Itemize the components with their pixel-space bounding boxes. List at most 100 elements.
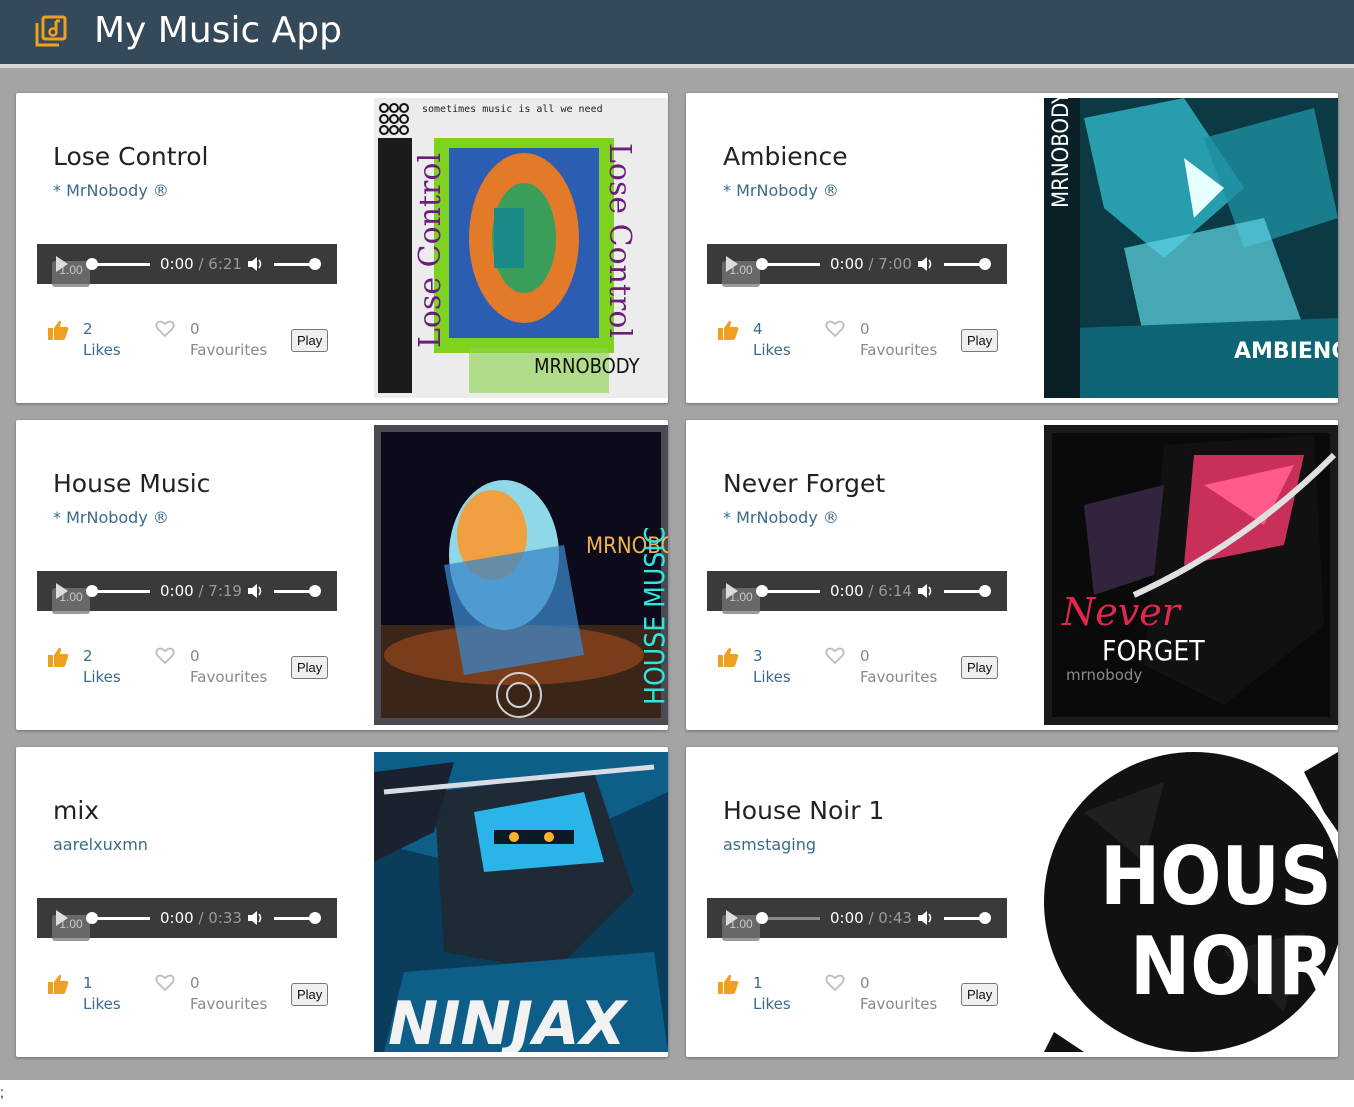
song-artist[interactable]: asmstaging: [723, 835, 816, 854]
play-icon[interactable]: [726, 910, 738, 926]
footer-text: ;: [0, 1084, 4, 1100]
time-display: 0:00 / 7:19: [160, 582, 242, 600]
seek-bar[interactable]: [90, 263, 150, 266]
song-card: House Noir 1 asmstaging 1.00 0:00 / 0:43…: [686, 747, 1338, 1057]
seek-handle[interactable]: [756, 258, 768, 270]
cover-artist-text: MRNOBODY: [534, 354, 641, 378]
favourites-count: 0: [860, 647, 870, 665]
volume-icon[interactable]: [247, 256, 265, 272]
volume-handle[interactable]: [979, 585, 991, 597]
seek-handle[interactable]: [756, 585, 768, 597]
play-icon[interactable]: [56, 583, 68, 599]
time-separator: /: [193, 909, 209, 927]
duration: 7:19: [208, 582, 242, 600]
seek-bar[interactable]: [760, 917, 820, 920]
duration: 0:43: [878, 909, 912, 927]
favourites-label: Favourites: [190, 668, 268, 686]
likes-count: 4: [753, 320, 763, 338]
likes-label: Likes: [753, 668, 791, 686]
time-display: 0:00 / 0:33: [160, 909, 242, 927]
play-button[interactable]: Play: [291, 329, 329, 352]
thumbs-up-icon[interactable]: [47, 319, 69, 341]
favourites-label: Favourites: [860, 668, 938, 686]
volume-icon[interactable]: [917, 910, 935, 926]
thumbs-up-icon[interactable]: [717, 973, 739, 995]
audio-player[interactable]: 1.00 0:00 / 0:33: [37, 898, 337, 941]
likes-count: 2: [83, 647, 93, 665]
play-icon[interactable]: [726, 583, 738, 599]
song-title: House Noir 1: [723, 796, 885, 825]
volume-handle[interactable]: [979, 912, 991, 924]
heart-icon[interactable]: [825, 319, 845, 339]
heart-icon[interactable]: [155, 646, 175, 666]
seek-bar[interactable]: [90, 917, 150, 920]
album-cover: sometimes music is all we need Lose Cont…: [374, 98, 668, 398]
song-card: House Music * MrNobody ® 1.00 0:00 / 7:1…: [16, 420, 668, 730]
volume-handle[interactable]: [309, 912, 321, 924]
volume-icon[interactable]: [247, 910, 265, 926]
song-title: Never Forget: [723, 469, 886, 498]
audio-player[interactable]: 1.00 0:00 / 7:19: [37, 571, 337, 614]
play-button[interactable]: Play: [961, 983, 999, 1006]
album-cover: MRNOBODY HOUSE MUSIC: [374, 425, 668, 725]
current-time: 0:00: [160, 909, 194, 927]
play-button[interactable]: Play: [961, 656, 999, 679]
song-card: Ambience * MrNobody ® 1.00 0:00 / 7:00 4…: [686, 93, 1338, 403]
volume-icon[interactable]: [247, 583, 265, 599]
time-display: 0:00 / 6:14: [830, 582, 912, 600]
thumbs-up-icon[interactable]: [717, 319, 739, 341]
song-card: mix aarelxuxmn 1.00 0:00 / 0:33 1 Likes …: [16, 747, 668, 1057]
likes-count: 2: [83, 320, 93, 338]
favourites-count: 0: [190, 320, 200, 338]
audio-player[interactable]: 1.00 0:00 / 0:43: [707, 898, 1007, 941]
song-grid: Lose Control * MrNobody ® 1.00 0:00 / 6:…: [0, 68, 1354, 1080]
volume-handle[interactable]: [979, 258, 991, 270]
cover-title-line2: NOIR: [1130, 920, 1334, 1013]
volume-handle[interactable]: [309, 258, 321, 270]
volume-handle[interactable]: [309, 585, 321, 597]
seek-bar[interactable]: [760, 590, 820, 593]
heart-icon[interactable]: [825, 646, 845, 666]
song-artist[interactable]: * MrNobody ®: [53, 181, 169, 200]
app-bar: My Music App: [0, 0, 1354, 64]
audio-player[interactable]: 1.00 0:00 / 7:00: [707, 244, 1007, 287]
seek-handle[interactable]: [756, 912, 768, 924]
heart-icon[interactable]: [825, 973, 845, 993]
likes-count: 3: [753, 647, 763, 665]
audio-player[interactable]: 1.00 0:00 / 6:21: [37, 244, 337, 287]
ninjax-cover-art: NINJAX: [374, 752, 668, 1052]
play-button[interactable]: Play: [961, 329, 999, 352]
song-artist[interactable]: aarelxuxmn: [53, 835, 148, 854]
album-cover: NINJAX: [374, 752, 668, 1052]
song-artist[interactable]: * MrNobody ®: [723, 181, 839, 200]
favourites-label: Favourites: [860, 995, 938, 1013]
duration: 6:14: [878, 582, 912, 600]
thumbs-up-icon[interactable]: [47, 973, 69, 995]
play-button[interactable]: Play: [291, 983, 329, 1006]
heart-icon[interactable]: [155, 973, 175, 993]
volume-icon[interactable]: [917, 583, 935, 599]
play-button[interactable]: Play: [291, 656, 329, 679]
play-icon[interactable]: [56, 910, 68, 926]
duration: 7:00: [878, 255, 912, 273]
thumbs-up-icon[interactable]: [47, 646, 69, 668]
seek-handle[interactable]: [86, 585, 98, 597]
seek-handle[interactable]: [86, 912, 98, 924]
current-time: 0:00: [830, 909, 864, 927]
seek-bar[interactable]: [760, 263, 820, 266]
app-title: My Music App: [94, 10, 343, 51]
play-icon[interactable]: [726, 256, 738, 272]
likes-label: Likes: [83, 995, 121, 1013]
music-library-icon: [35, 15, 67, 47]
audio-player[interactable]: 1.00 0:00 / 6:14: [707, 571, 1007, 614]
favourites-count: 0: [860, 974, 870, 992]
seek-bar[interactable]: [90, 590, 150, 593]
song-artist[interactable]: * MrNobody ®: [723, 508, 839, 527]
song-artist[interactable]: * MrNobody ®: [53, 508, 169, 527]
volume-icon[interactable]: [917, 256, 935, 272]
time-separator: /: [863, 909, 879, 927]
thumbs-up-icon[interactable]: [717, 646, 739, 668]
seek-handle[interactable]: [86, 258, 98, 270]
play-icon[interactable]: [56, 256, 68, 272]
heart-icon[interactable]: [155, 319, 175, 339]
